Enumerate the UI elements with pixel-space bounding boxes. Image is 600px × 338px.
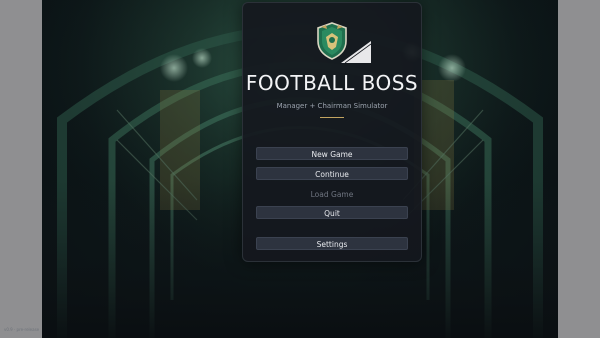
screen-backdrop: FOOTBALL BOSS Manager + Chairman Simulat…	[0, 0, 600, 338]
main-menu-panel: FOOTBALL BOSS Manager + Chairman Simulat…	[242, 2, 422, 262]
new-game-button[interactable]: New Game	[256, 147, 408, 160]
settings-button[interactable]: Settings	[256, 237, 408, 250]
quit-button[interactable]: Quit	[256, 206, 408, 219]
continue-button[interactable]: Continue	[256, 167, 408, 180]
title-divider	[320, 117, 344, 118]
game-window: FOOTBALL BOSS Manager + Chairman Simulat…	[42, 0, 558, 338]
version-label: v0.9 · pre-release	[4, 327, 40, 332]
load-game-button: Load Game	[310, 190, 354, 199]
game-title: FOOTBALL BOSS	[245, 71, 419, 95]
shield-edge-decoration	[341, 41, 371, 63]
game-subtitle: Manager + Chairman Simulator	[276, 102, 388, 110]
